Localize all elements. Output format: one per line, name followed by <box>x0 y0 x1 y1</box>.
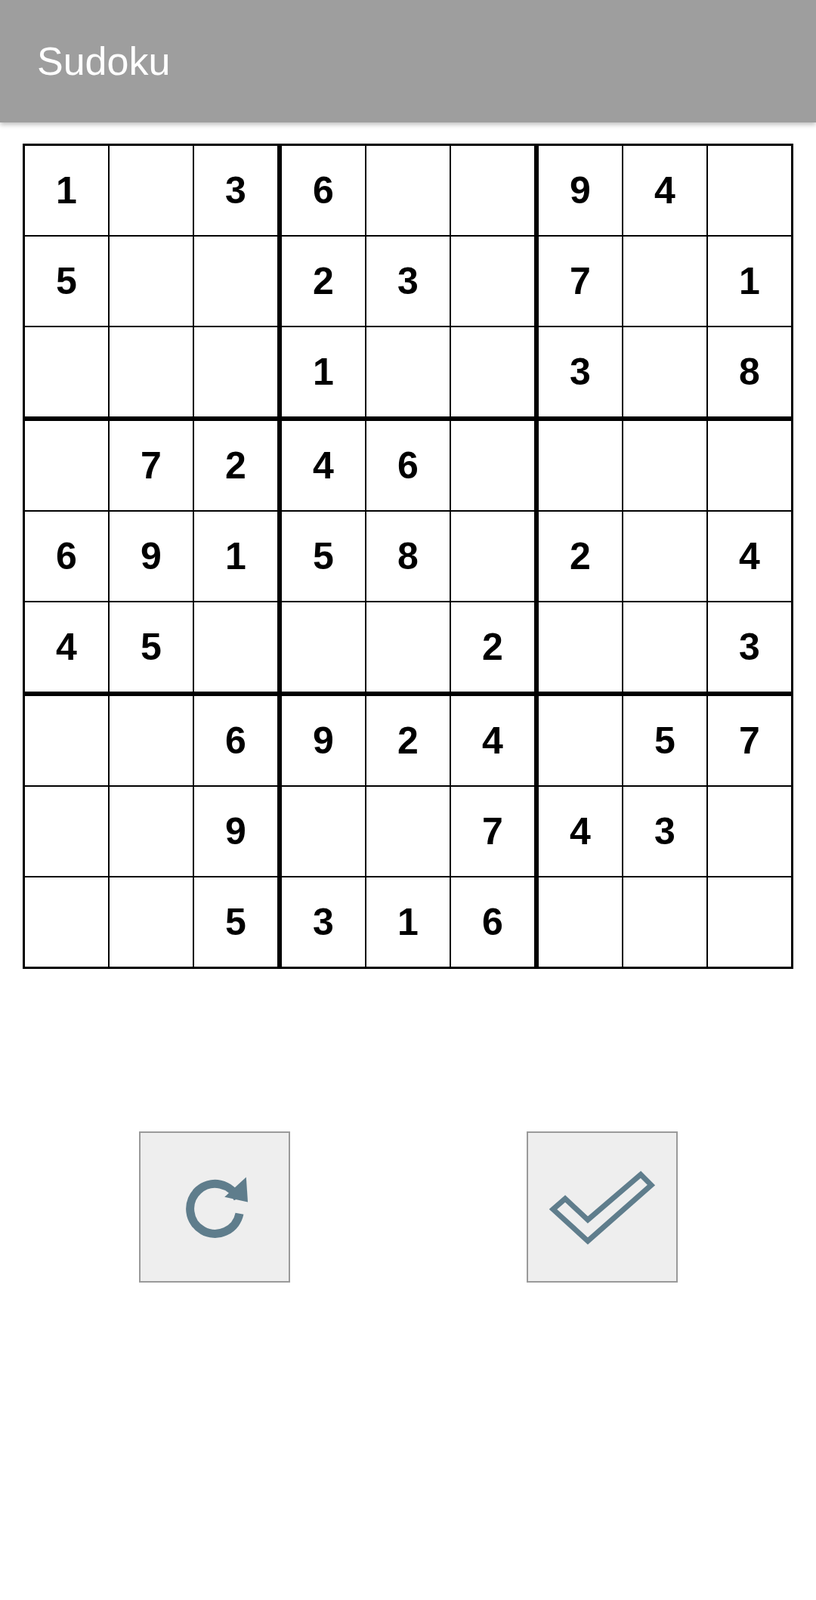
sudoku-cell[interactable]: 5 <box>109 602 193 692</box>
sudoku-cell[interactable]: 3 <box>281 877 365 967</box>
sudoku-cell[interactable]: 3 <box>538 327 622 417</box>
sudoku-cell[interactable] <box>366 327 450 417</box>
sudoku-cell[interactable] <box>194 236 278 326</box>
sudoku-cell[interactable] <box>281 602 365 692</box>
sudoku-cell[interactable]: 7 <box>538 236 622 326</box>
sudoku-cell[interactable] <box>24 420 109 510</box>
sudoku-cell[interactable] <box>366 786 450 876</box>
sudoku-cell[interactable] <box>366 145 450 235</box>
sudoku-cell[interactable] <box>109 236 193 326</box>
sudoku-cell[interactable]: 7 <box>707 695 792 786</box>
sudoku-cell[interactable] <box>707 786 792 876</box>
sudoku-cell[interactable]: 7 <box>109 420 193 510</box>
sudoku-cell[interactable]: 8 <box>707 327 792 417</box>
sudoku-cell[interactable] <box>109 877 193 967</box>
sudoku-cell[interactable] <box>109 786 193 876</box>
sudoku-cell[interactable] <box>623 511 707 601</box>
sudoku-cell[interactable] <box>24 695 109 786</box>
sudoku-cell[interactable] <box>109 145 193 235</box>
sudoku-cell[interactable]: 9 <box>538 145 622 235</box>
sudoku-box: 947138 <box>538 145 792 417</box>
sudoku-cell[interactable] <box>24 877 109 967</box>
sudoku-cell[interactable] <box>451 327 535 417</box>
sudoku-cell[interactable]: 6 <box>451 877 535 967</box>
sudoku-box: 9247316 <box>281 695 535 967</box>
sudoku-cell[interactable] <box>194 602 278 692</box>
sudoku-cell[interactable] <box>451 236 535 326</box>
sudoku-box: 243 <box>538 420 792 692</box>
sudoku-board: 1356231947138726914546582243695924731657… <box>22 143 794 969</box>
sudoku-cell[interactable]: 8 <box>366 511 450 601</box>
sudoku-cell[interactable]: 3 <box>194 145 278 235</box>
check-icon <box>545 1165 659 1249</box>
action-bar <box>0 1131 816 1283</box>
sudoku-box: 5743 <box>538 695 792 967</box>
sudoku-cell[interactable]: 1 <box>194 511 278 601</box>
sudoku-cell[interactable] <box>281 786 365 876</box>
sudoku-cell[interactable]: 3 <box>707 602 792 692</box>
sudoku-cell[interactable] <box>707 877 792 967</box>
sudoku-cell[interactable]: 1 <box>24 145 109 235</box>
sudoku-cell[interactable] <box>366 602 450 692</box>
sudoku-cell[interactable] <box>538 877 622 967</box>
sudoku-cell[interactable]: 9 <box>109 511 193 601</box>
sudoku-cell[interactable]: 2 <box>194 420 278 510</box>
sudoku-cell[interactable]: 5 <box>24 236 109 326</box>
sudoku-cell[interactable]: 2 <box>366 695 450 786</box>
sudoku-cell[interactable] <box>707 420 792 510</box>
sudoku-cell[interactable] <box>109 695 193 786</box>
sudoku-cell[interactable]: 6 <box>24 511 109 601</box>
sudoku-cell[interactable]: 6 <box>366 420 450 510</box>
sudoku-box: 7269145 <box>24 420 278 692</box>
sudoku-cell[interactable] <box>24 327 109 417</box>
app-bar: Sudoku <box>0 0 816 123</box>
sudoku-cell[interactable] <box>538 602 622 692</box>
sudoku-box: 6231 <box>281 145 535 417</box>
sudoku-cell[interactable] <box>24 786 109 876</box>
sudoku-cell[interactable] <box>451 145 535 235</box>
sudoku-cell[interactable] <box>538 695 622 786</box>
reset-button[interactable] <box>139 1131 291 1283</box>
sudoku-box: 695 <box>24 695 278 967</box>
sudoku-box: 135 <box>24 145 278 417</box>
sudoku-cell[interactable]: 2 <box>451 602 535 692</box>
sudoku-cell[interactable]: 5 <box>194 877 278 967</box>
sudoku-cell[interactable] <box>707 145 792 235</box>
sudoku-box: 46582 <box>281 420 535 692</box>
check-button[interactable] <box>526 1131 678 1283</box>
sudoku-cell[interactable]: 5 <box>623 695 707 786</box>
sudoku-cell[interactable]: 3 <box>366 236 450 326</box>
sudoku-cell[interactable]: 4 <box>623 145 707 235</box>
sudoku-cell[interactable]: 6 <box>194 695 278 786</box>
sudoku-cell[interactable] <box>109 327 193 417</box>
sudoku-cell[interactable]: 2 <box>538 511 622 601</box>
sudoku-cell[interactable]: 2 <box>281 236 365 326</box>
sudoku-cell[interactable]: 1 <box>707 236 792 326</box>
sudoku-cell[interactable]: 9 <box>281 695 365 786</box>
sudoku-cell[interactable] <box>538 420 622 510</box>
sudoku-cell[interactable]: 6 <box>281 145 365 235</box>
sudoku-cell[interactable] <box>623 420 707 510</box>
sudoku-cell[interactable]: 1 <box>366 877 450 967</box>
sudoku-cell[interactable] <box>623 602 707 692</box>
sudoku-cell[interactable]: 4 <box>281 420 365 510</box>
sudoku-cell[interactable] <box>451 511 535 601</box>
sudoku-cell[interactable] <box>623 236 707 326</box>
sudoku-cell[interactable] <box>194 327 278 417</box>
sudoku-cell[interactable]: 4 <box>451 695 535 786</box>
sudoku-cell[interactable]: 5 <box>281 511 365 601</box>
sudoku-cell[interactable]: 9 <box>194 786 278 876</box>
sudoku-cell[interactable]: 4 <box>707 511 792 601</box>
refresh-icon <box>173 1165 257 1249</box>
sudoku-cell[interactable]: 7 <box>451 786 535 876</box>
sudoku-cell[interactable]: 4 <box>24 602 109 692</box>
app-title: Sudoku <box>37 38 170 84</box>
sudoku-cell[interactable] <box>623 877 707 967</box>
sudoku-cell[interactable]: 4 <box>538 786 622 876</box>
sudoku-screen: Sudoku 135623194713872691454658224369592… <box>0 0 816 1600</box>
sudoku-cell[interactable] <box>451 420 535 510</box>
sudoku-cell[interactable]: 1 <box>281 327 365 417</box>
sudoku-cell[interactable] <box>623 327 707 417</box>
sudoku-cell[interactable]: 3 <box>623 786 707 876</box>
